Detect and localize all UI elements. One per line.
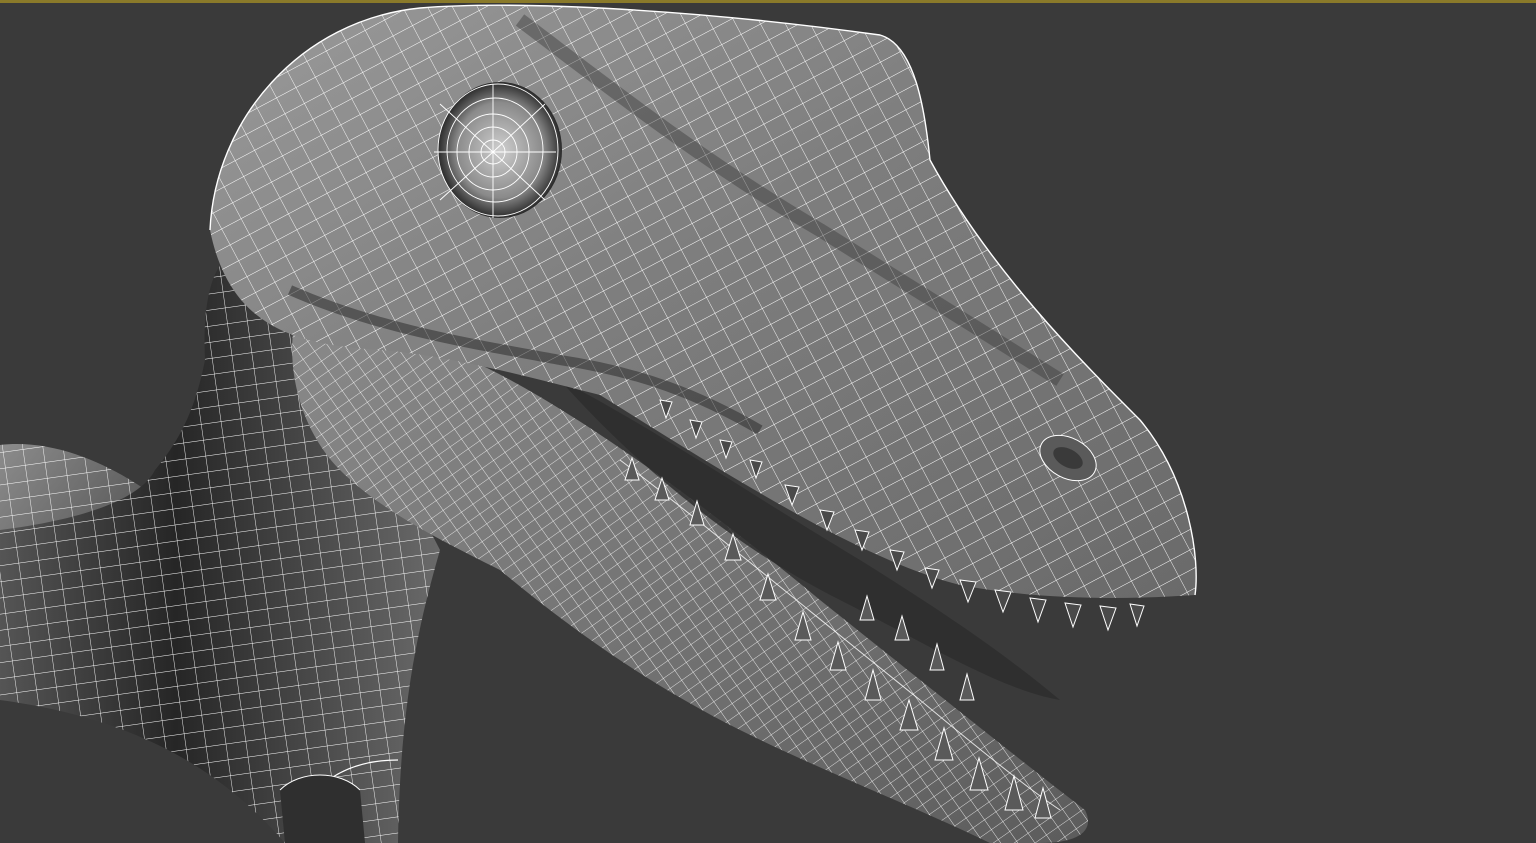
leg-mesh xyxy=(279,774,365,843)
3d-viewport[interactable] xyxy=(0,0,1536,843)
active-viewport-highlight xyxy=(0,0,1536,3)
viewport-scene xyxy=(0,0,1536,843)
